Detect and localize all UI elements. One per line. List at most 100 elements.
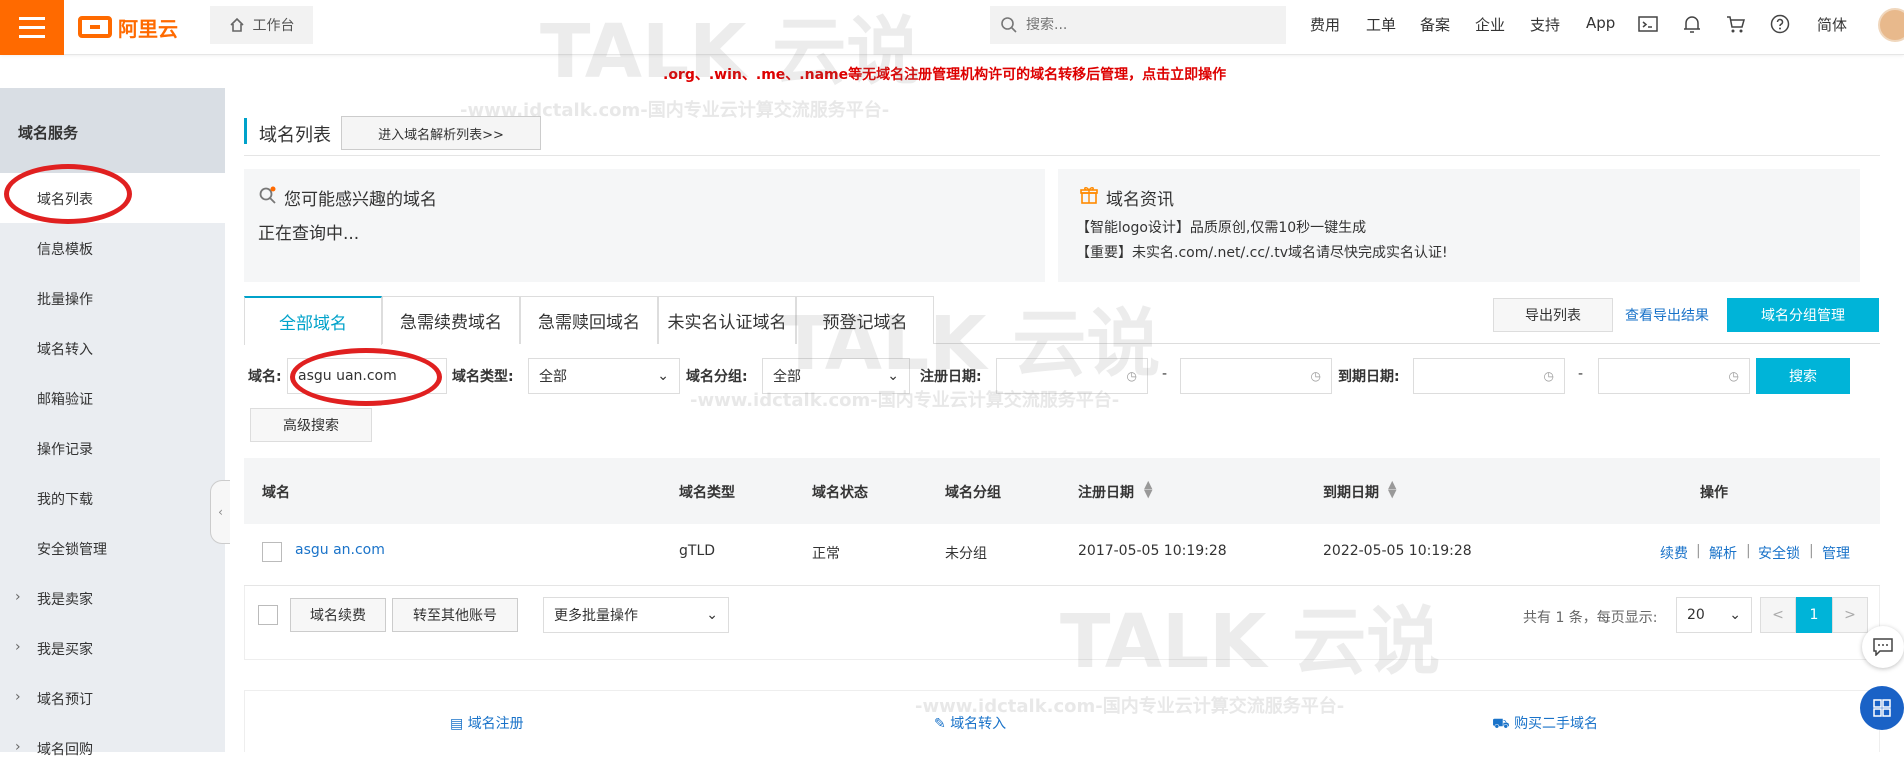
workbench-button[interactable]: 工作台 bbox=[210, 6, 313, 44]
page-size-value: 20 bbox=[1687, 607, 1705, 623]
tab-redeem-urgent[interactable]: 急需赎回域名 bbox=[520, 296, 658, 344]
exp-date-dash: - bbox=[1578, 366, 1584, 382]
type-filter-label: 域名类型: bbox=[452, 369, 514, 385]
hamburger-menu-icon[interactable] bbox=[0, 0, 64, 55]
nav-fees[interactable]: 费用 bbox=[1310, 14, 1340, 35]
exp-date-end[interactable]: ◷ bbox=[1598, 358, 1750, 394]
register-icon: ▤ bbox=[450, 716, 468, 732]
sidebar-item-my-downloads[interactable]: 我的下载 bbox=[0, 473, 225, 523]
sidebar-item-label: 域名预订 bbox=[37, 692, 93, 708]
nav-enterprise[interactable]: 企业 bbox=[1475, 14, 1505, 35]
tab-renewal-urgent[interactable]: 急需续费域名 bbox=[382, 296, 520, 344]
clock-icon: ◷ bbox=[1728, 369, 1739, 383]
sort-icon[interactable]: ▲ ▼ bbox=[1144, 479, 1152, 499]
annotation-circle-domain-input bbox=[290, 348, 442, 406]
watermark-cn: 云说 bbox=[1292, 599, 1441, 685]
row-domain-link[interactable]: asgu an.com bbox=[295, 542, 385, 558]
col-domain: 域名 bbox=[262, 485, 290, 501]
export-list-button[interactable]: 导出列表 bbox=[1493, 298, 1613, 332]
view-export-link[interactable]: 查看导出结果 bbox=[1625, 305, 1709, 325]
interest-title: 您可能感兴趣的域名 bbox=[284, 190, 437, 210]
news-line-1[interactable]: 【智能logo设计】品质原创,仅需10秒一键生成 bbox=[1076, 217, 1366, 237]
sidebar-item-info-template[interactable]: 信息模板 bbox=[0, 223, 225, 273]
chat-bubble-icon[interactable] bbox=[1862, 626, 1904, 668]
chevron-down-icon: ⌄ bbox=[706, 607, 718, 623]
batch-renew-button[interactable]: 域名续费 bbox=[290, 598, 386, 632]
nav-tickets[interactable]: 工单 bbox=[1366, 14, 1396, 35]
sidebar-item-label: 域名回购 bbox=[37, 742, 93, 758]
sidebar-item-op-log[interactable]: 操作记录 bbox=[0, 423, 225, 473]
renew-link[interactable]: 续费 bbox=[1660, 543, 1688, 563]
security-lock-link[interactable]: 安全锁 bbox=[1758, 543, 1800, 563]
type-filter-select[interactable]: 全部 ⌄ bbox=[528, 358, 680, 394]
quick-link-second-hand[interactable]: ⛟ 购买二手域名 bbox=[1492, 713, 1598, 734]
nav-icp[interactable]: 备案 bbox=[1420, 14, 1450, 35]
cart-icon: ⛟ bbox=[1492, 716, 1515, 732]
sidebar-item-batch-ops[interactable]: 批量操作 bbox=[0, 273, 225, 323]
language-switch[interactable]: 简体 bbox=[1817, 14, 1847, 35]
sidebar-item-buyer[interactable]: › 我是买家 bbox=[0, 623, 225, 673]
domain-filter-label: 域名: bbox=[248, 369, 282, 385]
row-type: gTLD bbox=[679, 543, 716, 559]
news-line-2[interactable]: 【重要】未实名.com/.net/.cc/.tv域名请尽快完成实名认证! bbox=[1076, 242, 1448, 262]
search-button[interactable]: 搜索 bbox=[1756, 358, 1850, 394]
row-checkbox[interactable] bbox=[262, 542, 282, 562]
watermark-logo-3: TALK 云说 bbox=[1060, 582, 1440, 689]
sidebar-item-label: 我是买家 bbox=[37, 642, 93, 658]
prev-page-button[interactable]: < bbox=[1760, 597, 1796, 633]
help-icon[interactable] bbox=[1768, 12, 1792, 36]
sidebar-item-email-verify[interactable]: 邮箱验证 bbox=[0, 373, 225, 423]
sidebar-item-buyback[interactable]: › 域名回购 bbox=[0, 723, 225, 773]
quick-link-register[interactable]: ▤ 域名注册 bbox=[450, 713, 524, 733]
more-batch-select[interactable]: 更多批量操作 ⌄ bbox=[543, 597, 729, 633]
cart-icon[interactable] bbox=[1724, 12, 1748, 36]
sidebar-item-transfer-in[interactable]: 域名转入 bbox=[0, 323, 225, 373]
apps-grid-icon[interactable] bbox=[1860, 686, 1904, 730]
sort-icon[interactable]: ▲ ▼ bbox=[1388, 479, 1396, 499]
dns-resolve-link[interactable]: 解析 bbox=[1709, 543, 1737, 563]
aliyun-logo[interactable]: 阿里云 bbox=[78, 12, 178, 42]
group-manage-button[interactable]: 域名分组管理 bbox=[1727, 298, 1879, 332]
page-1-button[interactable]: 1 bbox=[1796, 597, 1832, 633]
page-size-select[interactable]: 20 ⌄ bbox=[1676, 597, 1752, 633]
row-reg-date: 2017-05-05 10:19:28 bbox=[1078, 543, 1227, 559]
tab-all-domains[interactable]: 全部域名 bbox=[244, 296, 382, 345]
group-filter-label: 域名分组: bbox=[686, 369, 748, 385]
clock-icon: ◷ bbox=[1310, 369, 1321, 383]
page-title: 域名列表 bbox=[259, 125, 331, 146]
interest-status: 正在查询中... bbox=[258, 224, 360, 244]
col-status: 域名状态 bbox=[812, 485, 868, 501]
logo-text: 阿里云 bbox=[118, 16, 178, 41]
select-all-checkbox[interactable] bbox=[258, 605, 278, 625]
watermark-cn: 云说 bbox=[772, 9, 921, 95]
op-separator: | bbox=[1746, 543, 1751, 559]
terminal-icon[interactable] bbox=[1636, 12, 1660, 36]
collapse-icon: ‹ bbox=[218, 505, 223, 519]
next-page-button[interactable]: > bbox=[1832, 597, 1868, 633]
manage-link[interactable]: 管理 bbox=[1822, 543, 1850, 563]
col-reg-date[interactable]: 注册日期 bbox=[1078, 482, 1134, 502]
edit-icon: ✎ bbox=[934, 716, 951, 732]
sidebar-item-label: 安全锁管理 bbox=[37, 542, 107, 558]
nav-app[interactable]: App bbox=[1586, 14, 1615, 32]
chevron-right-icon: › bbox=[15, 639, 21, 655]
sidebar-item-preorder[interactable]: › 域名预订 bbox=[0, 673, 225, 723]
advanced-search-button[interactable]: 高级搜索 bbox=[250, 408, 372, 442]
chevron-right-icon: › bbox=[15, 739, 21, 755]
tab-unverified[interactable]: 未实名认证域名 bbox=[658, 296, 796, 344]
search-box[interactable] bbox=[990, 6, 1286, 44]
sidebar-item-security-lock[interactable]: 安全锁管理 bbox=[0, 523, 225, 573]
search-input[interactable] bbox=[1026, 17, 1266, 33]
col-exp-date[interactable]: 到期日期 bbox=[1323, 482, 1379, 502]
bell-icon[interactable] bbox=[1680, 12, 1704, 36]
transfer-account-button[interactable]: 转至其他账号 bbox=[392, 598, 518, 632]
watermark-logo-2: TALK 云说 bbox=[780, 284, 1160, 391]
sidebar-collapse-handle[interactable]: ‹ bbox=[210, 480, 230, 544]
exp-date-start[interactable]: ◷ bbox=[1413, 358, 1565, 394]
quick-link-transfer-label: 域名转入 bbox=[950, 716, 1007, 732]
sidebar-item-seller[interactable]: › 我是卖家 bbox=[0, 573, 225, 623]
more-batch-label: 更多批量操作 bbox=[554, 608, 638, 624]
nav-support[interactable]: 支持 bbox=[1530, 14, 1560, 35]
avatar[interactable] bbox=[1878, 8, 1904, 42]
reg-date-end[interactable]: ◷ bbox=[1180, 358, 1332, 394]
